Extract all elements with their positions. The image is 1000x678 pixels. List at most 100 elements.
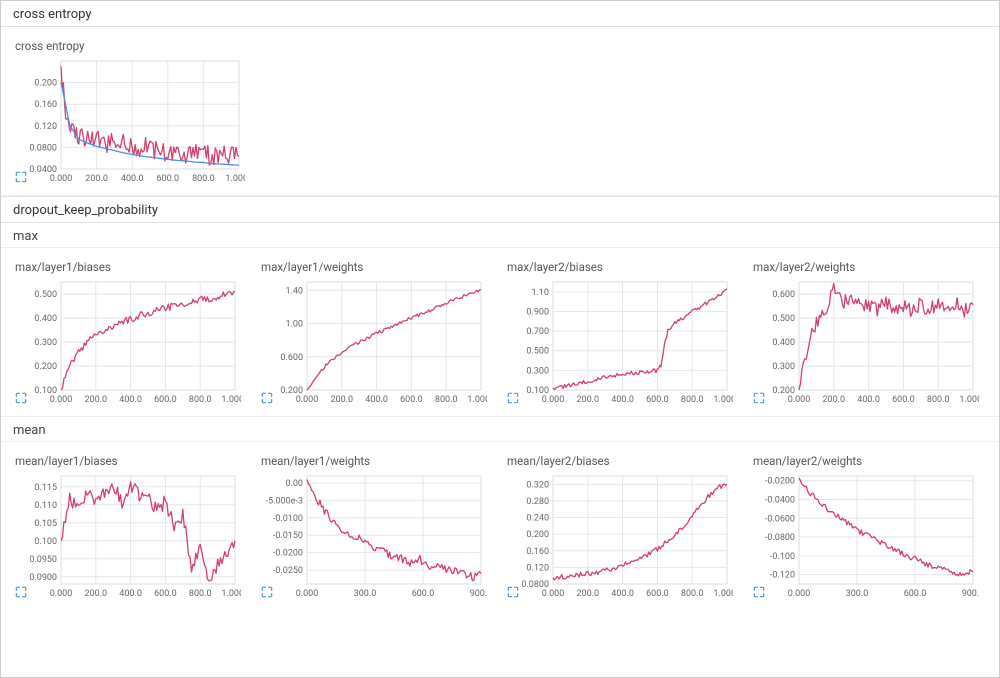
chart-mean-l2-b: 0.08000.1200.1600.2000.2400.2800.3200.00… [505,472,733,602]
svg-text:0.100: 0.100 [34,537,57,547]
chart-title: mean/layer2/weights [753,454,985,468]
chart-wrap: 0.09000.09500.1000.1050.1100.1150.000200… [13,472,247,602]
chart-title: mean/layer1/biases [15,454,247,468]
chart-title: max/layer2/weights [753,260,985,274]
chart-wrap: 0.08000.1200.1600.2000.2400.2800.3200.00… [505,472,739,602]
svg-text:-0.0150: -0.0150 [273,531,303,541]
svg-text:600.0: 600.0 [154,395,177,405]
expand-chart-button[interactable] [13,169,29,185]
svg-text:300.0: 300.0 [846,589,869,599]
expand-icon [260,585,274,599]
chart-wrap: 0.1000.3000.5000.7000.9001.100.000200.04… [505,278,739,408]
svg-text:0.000: 0.000 [296,395,319,405]
svg-text:0.280: 0.280 [526,497,549,507]
section-title: max [13,229,38,244]
svg-text:-0.120: -0.120 [770,571,795,581]
expand-chart-button[interactable] [751,584,767,600]
card-max-layer1-biases: max/layer1/biases 0.1000.2000.3000.4000.… [9,256,251,410]
chart-title: max/layer1/biases [15,260,247,274]
expand-icon [752,585,766,599]
chart-title: max/layer1/weights [261,260,493,274]
chart-max-l2-w: 0.2000.3000.4000.5000.6000.000200.0400.0… [751,278,979,408]
expand-icon [506,585,520,599]
section-header-max[interactable]: max [1,223,999,248]
section-title: dropout_keep_probability [13,203,158,218]
chart-max-l1-w: 0.2000.6001.001.400.000200.0400.0600.080… [259,278,487,408]
svg-text:1.10: 1.10 [531,288,549,298]
svg-text:600.0: 600.0 [154,589,177,599]
expand-chart-button[interactable] [505,584,521,600]
svg-text:0.105: 0.105 [34,519,57,529]
svg-text:1.000k: 1.000k [959,395,979,405]
chart-cross-entropy: 0.04000.08000.1200.1600.2000.000200.0400… [13,57,245,187]
svg-text:1.000k: 1.000k [713,395,733,405]
expand-chart-button[interactable] [259,584,275,600]
svg-text:1.000k: 1.000k [467,395,487,405]
svg-text:200.0: 200.0 [576,395,599,405]
expand-icon [752,391,766,405]
svg-text:0.120: 0.120 [526,563,549,573]
svg-text:-0.0400: -0.0400 [765,495,795,505]
card-mean-layer1-weights: mean/layer1/weights -0.0250-0.0200-0.015… [255,450,497,604]
expand-chart-button[interactable] [259,390,275,406]
svg-text:0.500: 0.500 [526,347,549,357]
section-header-mean[interactable]: mean [1,417,999,442]
expand-chart-button[interactable] [751,390,767,406]
svg-text:0.500: 0.500 [772,314,795,324]
svg-text:1.00: 1.00 [285,320,303,330]
chart-title: mean/layer2/biases [507,454,739,468]
svg-text:600.0: 600.0 [646,589,669,599]
expand-chart-button[interactable] [13,390,29,406]
svg-text:200.0: 200.0 [576,589,599,599]
svg-text:200.0: 200.0 [84,395,107,405]
svg-text:400.0: 400.0 [119,589,142,599]
svg-text:600.0: 600.0 [904,589,927,599]
svg-text:0.110: 0.110 [34,501,57,511]
card-cross-entropy: cross entropy 0.04000.08000.1200.1600.20… [9,35,257,189]
chart-wrap: 0.1000.2000.3000.4000.5000.000200.0400.0… [13,278,247,408]
svg-text:-0.100: -0.100 [770,552,795,562]
svg-text:600.0: 600.0 [400,395,423,405]
chart-mean-l1-b: 0.09000.09500.1000.1050.1100.1150.000200… [13,472,241,602]
svg-text:0.000: 0.000 [50,395,73,405]
svg-text:600.0: 600.0 [412,589,435,599]
card-mean-layer2-weights: mean/layer2/weights -0.120-0.100-0.0800-… [747,450,989,604]
svg-text:0.120: 0.120 [34,122,57,132]
svg-text:1.000k: 1.000k [225,174,245,184]
svg-text:400.0: 400.0 [121,174,144,184]
svg-text:800.0: 800.0 [681,395,704,405]
chart-title: cross entropy [15,39,253,53]
section-title: mean [13,423,46,438]
row-max: max/layer1/biases 0.1000.2000.3000.4000.… [1,248,999,417]
expand-chart-button[interactable] [13,584,29,600]
svg-text:0.160: 0.160 [526,547,549,557]
chart-wrap: 0.04000.08000.1200.1600.2000.000200.0400… [13,57,253,187]
section-header-cross-entropy[interactable]: cross entropy [1,1,999,27]
chart-wrap: 0.2000.6001.001.400.000200.0400.0600.080… [259,278,493,408]
svg-text:1.000k: 1.000k [221,589,241,599]
svg-text:0.0800: 0.0800 [29,143,57,153]
chart-max-l1-b: 0.1000.2000.3000.4000.5000.000200.0400.0… [13,278,241,408]
svg-text:0.115: 0.115 [34,483,57,493]
svg-text:200.0: 200.0 [85,174,108,184]
chart-title: mean/layer1/weights [261,454,493,468]
svg-text:800.0: 800.0 [192,174,215,184]
expand-chart-button[interactable] [505,390,521,406]
svg-text:0.400: 0.400 [772,338,795,348]
svg-text:0.000: 0.000 [542,395,565,405]
svg-text:800.0: 800.0 [435,395,458,405]
svg-text:1.000k: 1.000k [713,589,733,599]
svg-text:-0.0200: -0.0200 [765,477,795,487]
expand-icon [260,391,274,405]
svg-text:400.0: 400.0 [611,395,634,405]
section-header-dropout[interactable]: dropout_keep_probability [1,196,999,223]
svg-text:0.160: 0.160 [34,100,57,110]
svg-text:800.0: 800.0 [189,395,212,405]
card-max-layer1-weights: max/layer1/weights 0.2000.6001.001.400.0… [255,256,497,410]
card-mean-layer2-biases: mean/layer2/biases 0.08000.1200.1600.200… [501,450,743,604]
svg-text:1.000k: 1.000k [221,395,241,405]
expand-icon [14,170,28,184]
svg-text:200.0: 200.0 [822,395,845,405]
expand-icon [14,585,28,599]
svg-text:0.0900: 0.0900 [29,573,57,583]
